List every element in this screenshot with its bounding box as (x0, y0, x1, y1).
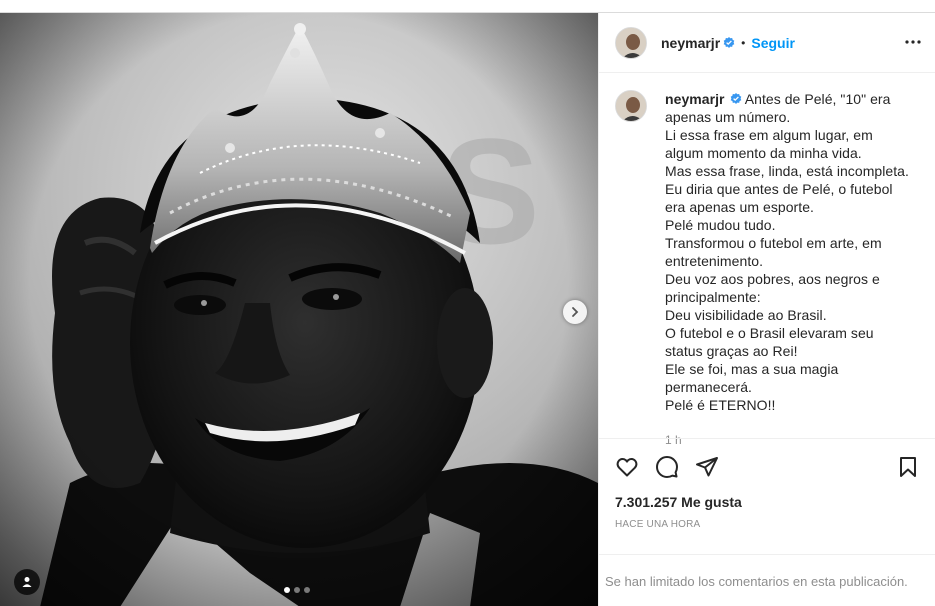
caption-line: Pelé é ETERNO!! (665, 397, 776, 413)
tagged-users-button[interactable] (14, 569, 40, 595)
caption-line: Li essa frase em algum lugar, em (665, 127, 873, 143)
caption-username-link[interactable]: neymarjr (665, 91, 725, 107)
username-link[interactable]: neymarjr (661, 35, 720, 51)
post-photo: S (0, 13, 598, 606)
follow-button[interactable]: Seguir (751, 35, 795, 51)
chevron-right-icon (572, 307, 579, 317)
header-separator: • (741, 35, 746, 50)
likes-count[interactable]: 7.301.257 Me gusta (615, 494, 742, 510)
verified-badge-icon (730, 93, 741, 104)
profile-picture (616, 91, 646, 121)
carousel-dot (294, 587, 300, 593)
caption-line: Pelé mudou tudo. (665, 217, 776, 233)
comment-icon[interactable] (655, 455, 679, 479)
post-header: neymarjr • Seguir (599, 13, 935, 73)
avatar[interactable] (615, 26, 647, 59)
caption-line: apenas um número. (665, 109, 791, 125)
carousel-indicator (284, 587, 310, 593)
post-modal: S (0, 12, 935, 606)
caption-line: Deu voz aos pobres, aos negros e (665, 271, 880, 287)
action-bar: 7.301.257 Me gusta HACE UNA HORA (599, 438, 935, 568)
verified-badge-icon (723, 36, 735, 48)
caption-line: permanecerá. (665, 379, 752, 395)
post-sidebar: neymarjr • Seguir neymarjr Antes de Pelé… (598, 13, 935, 606)
carousel-dot (304, 587, 310, 593)
share-icon[interactable] (695, 455, 719, 479)
caption-line: Antes de Pelé, "10" era (744, 91, 891, 107)
caption-line: Ele se foi, mas a sua magia (665, 361, 839, 377)
caption-line: Deu visibilidade ao Brasil. (665, 307, 827, 323)
profile-picture (616, 27, 646, 58)
caption-line: Eu diria que antes de Pelé, o futebol (665, 181, 893, 197)
avatar[interactable] (615, 90, 647, 122)
post-time-ago[interactable]: HACE UNA HORA (615, 519, 700, 530)
caption-text: neymarjr Antes de Pelé, "10" era apenas … (665, 90, 920, 414)
caption-line: Transformou o futebol em arte, em (665, 235, 882, 251)
post-media[interactable]: S (0, 13, 598, 606)
caption-line: entretenimento. (665, 253, 764, 269)
more-options-icon[interactable] (904, 33, 922, 51)
caption-section: neymarjr Antes de Pelé, "10" era apenas … (599, 74, 935, 447)
caption-line: O futebol e o Brasil elevaram seu (665, 325, 874, 341)
bookmark-icon[interactable] (896, 455, 920, 479)
caption-line: status graças ao Rei! (665, 343, 798, 359)
caption-line: era apenas um esporte. (665, 199, 814, 215)
caption-line: algum momento da minha vida. (665, 145, 862, 161)
comments-limited-notice: Se han limitado los comentarios en esta … (599, 554, 935, 606)
caption-line: Mas essa frase, linda, está incompleta. (665, 163, 909, 179)
next-photo-button[interactable] (563, 300, 587, 324)
caption-line: principalmente: (665, 289, 761, 305)
user-tag-icon (22, 577, 32, 587)
heart-icon[interactable] (615, 455, 639, 479)
carousel-dot (284, 587, 290, 593)
